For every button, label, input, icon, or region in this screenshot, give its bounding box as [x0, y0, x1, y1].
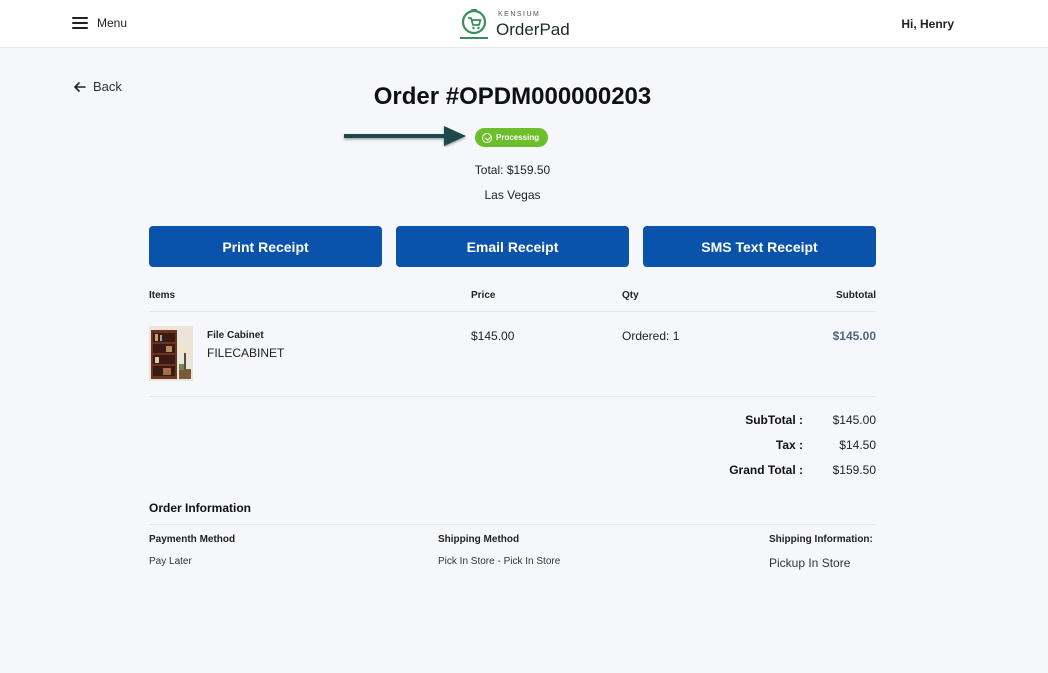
- payment-method-label: Paymenth Method: [149, 534, 236, 545]
- user-greeting[interactable]: Hi, Henry: [901, 17, 954, 31]
- payment-method-value: Pay Later: [149, 556, 192, 567]
- tax-value: $14.50: [839, 438, 876, 452]
- order-total: Total: $159.50: [474, 163, 551, 177]
- check-circle-icon: [482, 132, 492, 143]
- top-header: Menu KENSIUM OrderPad Hi, Henry: [0, 0, 1048, 48]
- logo-brand-name: OrderPad: [496, 19, 570, 39]
- grand-total-value: $159.50: [832, 463, 876, 477]
- shipping-method-label: Shipping Method: [438, 534, 520, 545]
- shipping-information-label: Shipping Information:: [769, 534, 873, 545]
- column-header-price: Price: [471, 290, 496, 301]
- logo-brand-small: KENSIUM: [498, 10, 541, 18]
- pointer-arrow-icon: [344, 126, 466, 146]
- product-thumbnail: [149, 326, 193, 381]
- column-header-items: Items: [149, 290, 176, 301]
- tax-label: Tax :: [775, 438, 803, 452]
- menu-label: Menu: [97, 16, 128, 30]
- column-header-qty: Qty: [622, 290, 639, 301]
- item-subtotal: $145.00: [832, 329, 876, 343]
- subtotal-value: $145.00: [832, 413, 876, 427]
- item-qty: Ordered: 1: [622, 329, 680, 343]
- grand-total-label: Grand Total :: [729, 463, 803, 477]
- shipping-method-value: Pick In Store - Pick In Store: [438, 556, 561, 567]
- divider: [149, 524, 876, 525]
- shipping-information-value: Pickup In Store: [769, 556, 851, 570]
- status-badge: Processing: [475, 128, 549, 147]
- order-title: Order #OPDM000000203: [373, 83, 652, 110]
- print-receipt-button[interactable]: Print Receipt: [149, 226, 382, 267]
- order-location: Las Vegas: [484, 188, 541, 202]
- hamburger-icon: [72, 17, 88, 29]
- divider: [149, 311, 876, 312]
- orderpad-logo-icon: [460, 9, 488, 39]
- email-receipt-button[interactable]: Email Receipt: [396, 226, 629, 267]
- column-header-subtotal: Subtotal: [836, 290, 876, 301]
- orderpad-logo[interactable]: KENSIUM OrderPad: [458, 7, 570, 41]
- item-name[interactable]: File Cabinet: [207, 330, 264, 341]
- item-sku: FILECABINET: [207, 346, 285, 360]
- item-price: $145.00: [471, 329, 515, 343]
- status-text: Processing: [496, 133, 540, 142]
- sms-receipt-button[interactable]: SMS Text Receipt: [643, 226, 876, 267]
- menu-button[interactable]: Menu: [72, 16, 127, 30]
- order-information-title: Order Information: [149, 501, 252, 515]
- divider: [149, 396, 876, 397]
- subtotal-label: SubTotal :: [745, 413, 803, 427]
